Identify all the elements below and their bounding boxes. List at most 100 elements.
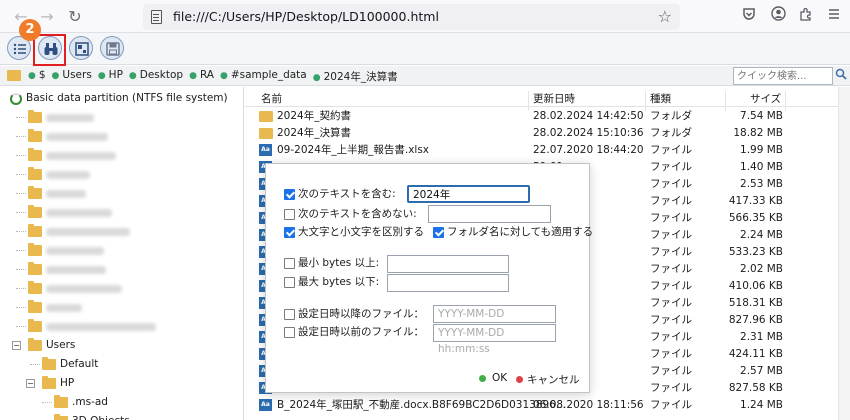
menu-icon[interactable] <box>823 6 845 28</box>
reload-button[interactable]: ↻ <box>64 6 86 28</box>
tree-item-blurred[interactable] <box>0 127 243 146</box>
breadcrumb-item[interactable]: ● Users <box>52 69 92 84</box>
cell-size: 7.54 MB <box>740 110 783 122</box>
save-button[interactable] <box>100 36 124 60</box>
folder-icon <box>28 148 42 161</box>
min-bytes-option[interactable]: 最小 bytes 以上: <box>284 255 379 271</box>
column-type[interactable]: 種類 <box>650 91 671 106</box>
collapse-icon[interactable]: − <box>12 341 21 350</box>
not-contains-option[interactable]: 次のテキストを含めない: <box>284 206 417 222</box>
after-date-checkbox[interactable] <box>284 308 295 320</box>
cell-size: 533.23 KB <box>728 246 783 258</box>
tree-item-blurred[interactable] <box>0 203 243 222</box>
cell-size: 2.57 MB <box>740 365 783 377</box>
apply-folder-checkbox[interactable] <box>433 226 444 238</box>
folder-icon <box>259 128 273 139</box>
cell-type: ファイル <box>650 399 692 411</box>
tree-item-blurred[interactable] <box>0 260 243 279</box>
tree-item-ms-ad[interactable]: .ms-ad <box>0 393 243 412</box>
cell-type: ファイル <box>650 280 692 292</box>
after-date-input[interactable]: YYYY-MM-DD hh:mm:ss <box>433 305 556 336</box>
table-row[interactable]: Aa 09-2024年_上半期_報告書.xlsx 22.07.2020 18:44:… <box>245 142 850 159</box>
cell-name: 2024年_決算書 <box>277 127 351 139</box>
star-icon[interactable]: ☆ <box>658 7 672 26</box>
folder-icon <box>28 110 42 123</box>
cell-type: ファイル <box>650 229 692 241</box>
breadcrumb-item[interactable]: ● $ <box>28 69 46 84</box>
folder-icon <box>54 395 68 408</box>
file-list-header: 名前 更新日時 種類 サイズ <box>245 87 850 111</box>
max-bytes-checkbox[interactable] <box>284 276 295 288</box>
max-bytes-option[interactable]: 最大 bytes 以下: <box>284 274 379 290</box>
table-row[interactable]: 2024年_決算書 28.02.2024 15:10:36 フォルダ 18.82 MB <box>245 125 850 142</box>
url-text[interactable]: file:///C:/Users/HP/Desktop/LD100000.htm… <box>173 9 439 24</box>
preview-button[interactable] <box>69 36 93 60</box>
before-date-checkbox[interactable] <box>284 326 295 338</box>
tree-item-blurred[interactable] <box>0 222 243 241</box>
ok-button[interactable]: OK <box>479 372 507 384</box>
tree-item-blurred[interactable] <box>0 298 243 317</box>
cell-type: ファイル <box>650 178 692 190</box>
contains-text-option[interactable]: 次のテキストを含む: <box>284 186 396 202</box>
cell-size: 1.99 MB <box>740 144 783 156</box>
breadcrumb-item[interactable]: ● #sample_data <box>220 69 307 84</box>
not-contains-input[interactable] <box>428 205 551 223</box>
tree-item-blurred[interactable] <box>0 279 243 298</box>
cancel-button[interactable]: キャンセル <box>516 372 580 387</box>
column-date[interactable]: 更新日時 <box>533 91 575 106</box>
case-sensitive-checkbox[interactable] <box>284 226 295 238</box>
tree-item-blurred[interactable] <box>0 108 243 127</box>
quick-search-box[interactable] <box>733 67 833 85</box>
cell-type: ファイル <box>650 314 692 326</box>
max-bytes-input[interactable] <box>387 274 509 292</box>
extensions-icon[interactable] <box>795 6 817 28</box>
search-icon[interactable] <box>833 67 849 85</box>
contains-text-checkbox[interactable] <box>284 188 295 200</box>
browser-toolbar: ← → ↻ file:///C:/Users/HP/Desktop/LD1000… <box>0 0 850 33</box>
cell-date: 28.02.2024 15:10:36 <box>533 127 644 139</box>
breadcrumb-item[interactable]: ● HP <box>98 69 123 84</box>
account-icon[interactable] <box>767 6 789 28</box>
cell-size: 827.58 KB <box>728 382 783 394</box>
tree-item-blurred[interactable] <box>0 165 243 184</box>
breadcrumb-item[interactable]: ● 2024年_決算書 <box>313 69 398 84</box>
tree-item-users[interactable]: − Users <box>0 336 243 355</box>
folder-icon <box>28 338 42 351</box>
apply-folder-option[interactable]: フォルダ名に対しても適用する <box>433 224 593 240</box>
not-contains-checkbox[interactable] <box>284 208 295 220</box>
column-size[interactable]: サイズ <box>750 91 781 106</box>
pocket-icon[interactable] <box>738 6 760 28</box>
after-date-option[interactable]: 設定日時以降のファイル： <box>284 306 424 322</box>
tree-item-hp[interactable]: − HP <box>0 374 243 393</box>
tree-item-partition[interactable]: Basic data partition (NTFS file system) <box>0 89 243 108</box>
tree-item-blurred[interactable] <box>0 317 243 336</box>
cell-type: ファイル <box>650 331 692 343</box>
min-bytes-checkbox[interactable] <box>284 257 295 269</box>
breadcrumb-item[interactable]: ● RA <box>189 69 214 84</box>
contains-text-input[interactable]: 2024年 <box>407 185 530 203</box>
table-row[interactable]: Aa B_2024年_塚田駅_不動産.docx.B8F69BC2D6D031389… <box>245 397 850 414</box>
address-bar[interactable]: file:///C:/Users/HP/Desktop/LD100000.htm… <box>143 4 680 30</box>
cell-size: 566.35 KB <box>728 212 783 224</box>
tree-item-blurred[interactable] <box>0 241 243 260</box>
folder-icon <box>28 281 42 294</box>
tree-item-3d-objects[interactable]: 3D Objects <box>0 412 243 420</box>
collapse-icon[interactable]: − <box>26 379 35 388</box>
filter-dialog: 次のテキストを含む: 2024年 次のテキストを含めない: 大文字と小文字を区別… <box>265 163 593 393</box>
before-date-input[interactable]: YYYY-MM-DD hh:mm:ss <box>433 324 556 355</box>
tree-item-default[interactable]: Default <box>0 355 243 374</box>
tree-item-blurred[interactable] <box>0 184 243 203</box>
folder-icon <box>28 262 42 275</box>
breadcrumb-item[interactable]: ● Desktop <box>129 69 183 84</box>
table-row[interactable]: 2024年_契約書 28.02.2024 14:42:50 フォルダ 7.54 MB <box>245 108 850 125</box>
cell-size: 417.33 KB <box>728 195 783 207</box>
quick-search-input[interactable] <box>734 68 830 84</box>
column-name[interactable]: 名前 <box>261 91 282 106</box>
min-bytes-input[interactable] <box>387 255 509 273</box>
case-sensitive-option[interactable]: 大文字と小文字を区別する <box>284 224 424 240</box>
cell-type: ファイル <box>650 382 692 394</box>
folder-icon <box>42 376 56 389</box>
tree-item-blurred[interactable] <box>0 146 243 165</box>
scrollbar[interactable] <box>838 87 850 420</box>
before-date-option[interactable]: 設定日時以前のファイル： <box>284 324 424 340</box>
